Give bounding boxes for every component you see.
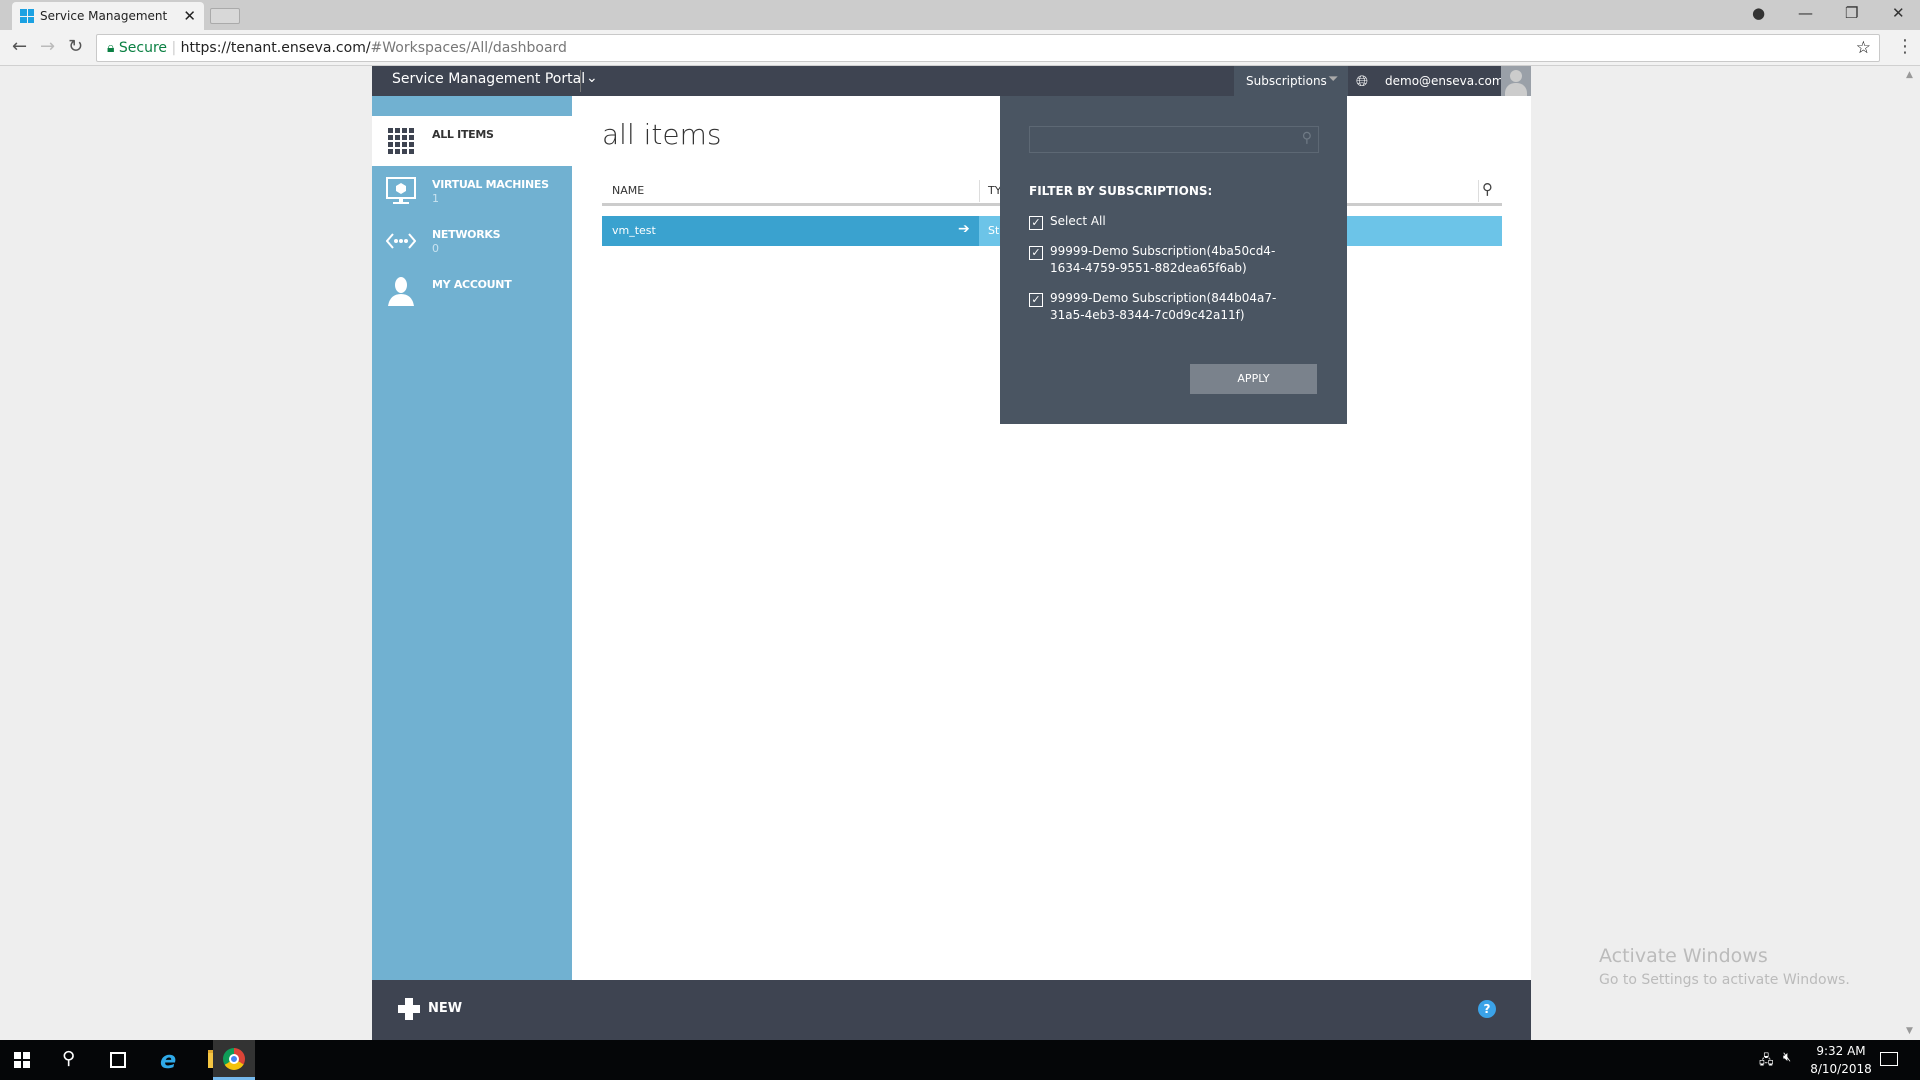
divider bbox=[580, 70, 581, 92]
apply-button[interactable]: APPLY bbox=[1190, 364, 1317, 394]
option-label: 99999-Demo Subscription(844b04a7- bbox=[1050, 291, 1277, 305]
network-icon bbox=[386, 233, 416, 249]
search-icon: ⚲ bbox=[1301, 130, 1312, 146]
checkbox-checked-icon[interactable]: ✓ bbox=[1029, 216, 1043, 230]
user-icon bbox=[1510, 70, 1522, 82]
back-icon[interactable]: ← bbox=[12, 36, 27, 57]
column-divider bbox=[979, 180, 980, 202]
sidebar-item-count: 0 bbox=[432, 242, 439, 255]
column-divider bbox=[1478, 180, 1479, 202]
taskbar: ⚲ e 🖧︎ 🔇︎ 9:32 AM 8/10/2018 bbox=[0, 1040, 1920, 1080]
clock-time[interactable]: 9:32 AM bbox=[1811, 1044, 1871, 1058]
page-title: all items bbox=[602, 118, 722, 151]
chrome-icon-center bbox=[229, 1054, 239, 1064]
monitor-icon bbox=[386, 177, 416, 204]
url-host: https://tenant.enseva.com/ bbox=[180, 40, 371, 56]
new-tab-button[interactable] bbox=[210, 8, 240, 24]
sidebar-item-count: 1 bbox=[432, 192, 439, 205]
search-icon[interactable]: ⚲ bbox=[62, 1048, 75, 1069]
sidebar-item-label: NETWORKS bbox=[432, 228, 501, 241]
edge-ie-icon[interactable]: e bbox=[160, 1046, 176, 1074]
sidebar-item-virtual-machines[interactable]: VIRTUAL MACHINES 1 bbox=[372, 166, 572, 216]
reload-icon[interactable]: ↻ bbox=[68, 36, 83, 57]
volume-muted-icon[interactable]: 🔇︎ bbox=[1783, 1050, 1791, 1065]
help-icon[interactable]: ? bbox=[1478, 1000, 1496, 1018]
address-bar[interactable]: 🔒︎ Secure | https://tenant.enseva.com/#W… bbox=[96, 34, 1880, 62]
grid-icon bbox=[388, 128, 414, 154]
tab-title: Service Management bbox=[40, 9, 168, 23]
forward-icon[interactable]: → bbox=[40, 36, 55, 57]
subscription-search-input[interactable]: ⚲ bbox=[1029, 126, 1319, 153]
arrow-right-icon[interactable]: ➔ bbox=[958, 221, 970, 237]
filter-heading: FILTER BY SUBSCRIPTIONS: bbox=[1029, 184, 1213, 198]
row-name[interactable]: vm_test bbox=[612, 224, 656, 237]
user-icon bbox=[388, 277, 414, 306]
browser-tab-strip bbox=[0, 0, 1920, 30]
column-name[interactable]: NAME bbox=[612, 184, 644, 197]
command-bar: NEW ? bbox=[372, 980, 1531, 1040]
subscriptions-label: Subscriptions bbox=[1246, 74, 1327, 88]
scroll-down-icon[interactable]: ▼ bbox=[1906, 1026, 1913, 1036]
option-label-line2: 1634-4759-9551-882dea65f6ab) bbox=[1050, 261, 1247, 275]
clock-date[interactable]: 8/10/2018 bbox=[1808, 1062, 1874, 1076]
restore-button[interactable]: ❐ bbox=[1845, 4, 1858, 22]
option-label: Select All bbox=[1050, 214, 1106, 228]
chrome-taskbar-button[interactable] bbox=[213, 1040, 255, 1080]
user-email[interactable]: demo@enseva.com bbox=[1385, 74, 1504, 88]
close-window-button[interactable]: ✕ bbox=[1892, 4, 1905, 22]
activate-windows-subtitle: Go to Settings to activate Windows. bbox=[1599, 972, 1850, 988]
browser-tab[interactable]: Service Management ✕ bbox=[12, 2, 204, 30]
sidebar-item-label: VIRTUAL MACHINES bbox=[432, 178, 549, 191]
subscription-filter-popup: ⚲ FILTER BY SUBSCRIPTIONS: ✓ Select All … bbox=[1000, 96, 1347, 424]
scroll-up-icon[interactable]: ▲ bbox=[1906, 70, 1913, 80]
sidebar-item-all-items[interactable]: ALL ITEMS bbox=[372, 116, 572, 166]
portal-header: Service Management Portal ⌄ Subscription… bbox=[372, 66, 1531, 96]
minimize-button[interactable]: — bbox=[1798, 4, 1813, 22]
menu-icon[interactable]: ⋮ bbox=[1896, 36, 1914, 57]
globe-icon[interactable]: 🌐︎ bbox=[1356, 72, 1368, 90]
profile-icon[interactable]: ● bbox=[1752, 4, 1765, 22]
start-icon[interactable] bbox=[14, 1052, 30, 1068]
option-label-line2: 31a5-4eb3-8344-7c0d9c42a11f) bbox=[1050, 308, 1245, 322]
sidebar-item-label: ALL ITEMS bbox=[432, 128, 494, 141]
close-tab-icon[interactable]: ✕ bbox=[183, 7, 196, 25]
checkbox-checked-icon[interactable]: ✓ bbox=[1029, 293, 1043, 307]
network-tray-icon[interactable]: 🖧︎ bbox=[1759, 1051, 1774, 1073]
sidebar-item-my-account[interactable]: MY ACCOUNT bbox=[372, 266, 572, 316]
subscriptions-button[interactable]: Subscriptions ⏷ bbox=[1234, 66, 1348, 96]
sidebar-item-label: MY ACCOUNT bbox=[432, 278, 512, 291]
sidebar: ALL ITEMS VIRTUAL MACHINES 1 NETWORKS 0 … bbox=[372, 96, 572, 980]
chevron-down-icon[interactable]: ⌄ bbox=[586, 70, 598, 86]
option-label: 99999-Demo Subscription(4ba50cd4- bbox=[1050, 244, 1276, 258]
filter-icon: ⏷ bbox=[1328, 72, 1339, 87]
secure-label: Secure bbox=[118, 40, 168, 56]
plus-icon-v bbox=[405, 998, 413, 1020]
search-icon[interactable]: ⚲ bbox=[1482, 180, 1493, 198]
new-label: NEW bbox=[428, 1001, 463, 1016]
user-icon-body bbox=[1505, 83, 1527, 96]
sidebar-item-networks[interactable]: NETWORKS 0 bbox=[372, 216, 572, 266]
checkbox-checked-icon[interactable]: ✓ bbox=[1029, 246, 1043, 260]
task-view-icon[interactable] bbox=[110, 1052, 126, 1068]
portal-title[interactable]: Service Management Portal bbox=[392, 71, 585, 87]
windows-logo-icon bbox=[20, 9, 34, 23]
lock-icon: 🔒︎ bbox=[107, 40, 115, 56]
url-path: #Workspaces/All/dashboard bbox=[370, 40, 567, 56]
bookmark-star-icon[interactable]: ☆ bbox=[1856, 38, 1871, 58]
activate-windows-title: Activate Windows bbox=[1599, 945, 1768, 967]
action-center-icon[interactable] bbox=[1880, 1052, 1898, 1066]
avatar[interactable] bbox=[1501, 66, 1531, 96]
